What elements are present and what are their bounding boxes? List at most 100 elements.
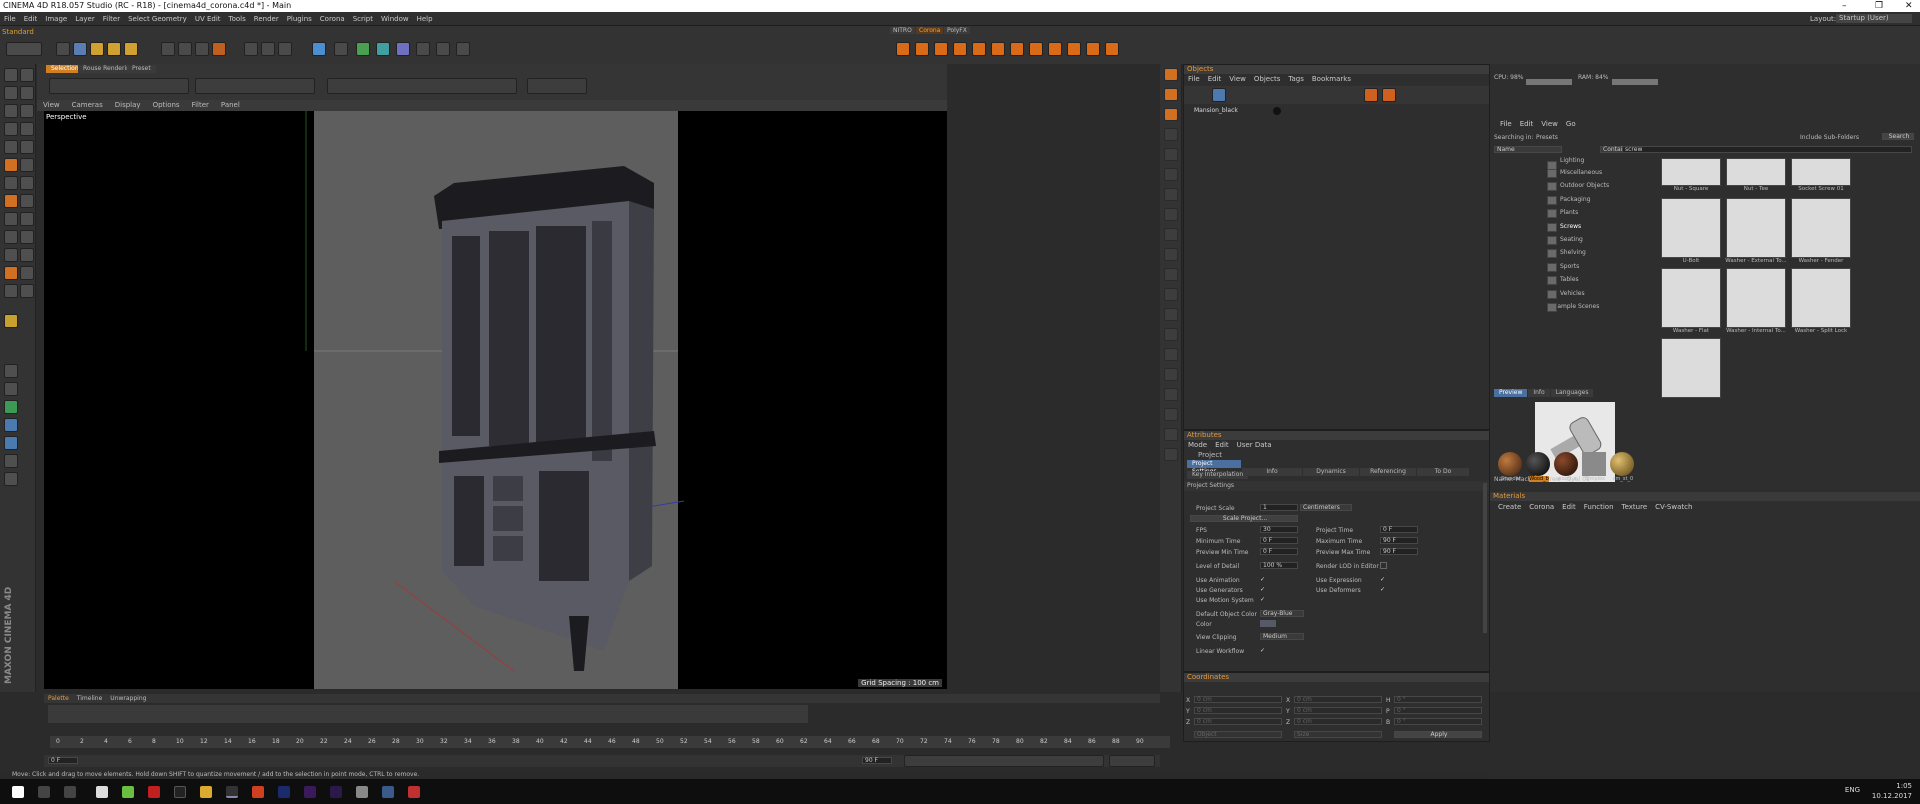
corona-help-icon[interactable]	[1105, 42, 1119, 56]
live-select-icon[interactable]	[56, 42, 70, 56]
asset-washer-split-lock[interactable]: Washer - Split Lock	[1790, 268, 1852, 338]
corona-proxy-icon[interactable]	[953, 42, 967, 56]
obj-tool-icon-3[interactable]	[1382, 88, 1396, 102]
model-mode-icon[interactable]	[20, 68, 34, 82]
tab-preview[interactable]: Preview	[1494, 389, 1528, 397]
cogwheel-icon[interactable]	[1164, 428, 1178, 441]
workplane-icon[interactable]	[20, 86, 34, 100]
asset-washer-square[interactable]	[1660, 338, 1722, 408]
photoshop-icon[interactable]	[278, 786, 290, 798]
star-icon[interactable]	[1164, 248, 1178, 261]
menu-tools[interactable]: Tools	[225, 12, 250, 26]
linear-workflow-checkbox[interactable]: ✓	[1260, 647, 1265, 654]
tab-nitro[interactable]: NITRO	[890, 27, 915, 34]
spline-arc-icon[interactable]	[1164, 148, 1178, 161]
search-input[interactable]: screw	[1622, 146, 1912, 153]
corona-scatter-icon[interactable]	[1010, 42, 1024, 56]
tree-item-example-scenes[interactable]: Example Scenes	[1540, 300, 1650, 313]
coord-size-z-input[interactable]: 0 cm	[1294, 718, 1382, 725]
store-icon[interactable]	[96, 786, 108, 798]
subdivision-icon[interactable]	[356, 42, 370, 56]
tab-palette[interactable]: Palette	[44, 695, 73, 702]
profile-icon[interactable]	[1164, 408, 1178, 421]
array-tools-group[interactable]	[327, 78, 517, 94]
arc-icon[interactable]	[1164, 128, 1178, 141]
menu-plugins[interactable]: Plugins	[283, 12, 316, 26]
close-icon[interactable]: ✕	[1905, 0, 1913, 12]
menu-script[interactable]: Script	[349, 12, 377, 26]
tree-item-seating[interactable]: Seating	[1540, 233, 1650, 246]
mat-menu-corona[interactable]: Corona	[1525, 503, 1558, 511]
selection-tools-group[interactable]	[49, 78, 189, 94]
obj-tool-icon-1[interactable]	[1212, 88, 1226, 102]
weld-icon[interactable]	[20, 266, 34, 280]
mat-menu-edit[interactable]: Edit	[1558, 503, 1580, 511]
coord-size-mode-dropdown[interactable]: Size	[1294, 731, 1382, 738]
coord-rot-p-input[interactable]: 0 °	[1394, 707, 1482, 714]
attr-menu-edit[interactable]: Edit	[1211, 441, 1233, 449]
asset-u-bolt[interactable]: U-Bolt	[1660, 198, 1722, 268]
tree-item-shelving[interactable]: Shelving	[1540, 246, 1650, 259]
maximize-icon[interactable]: ❐	[1875, 0, 1883, 12]
formula-icon[interactable]	[1164, 368, 1178, 381]
viewport-perspective[interactable]: Perspective Grid Spacing : 100 cm	[44, 111, 947, 689]
obj-menu-view[interactable]: View	[1225, 75, 1250, 83]
obj-tool-icon-2[interactable]	[1364, 88, 1378, 102]
edges-mode-icon[interactable]	[20, 104, 34, 118]
tab-unwrapping[interactable]: Unwrapping	[106, 695, 150, 702]
mat-menu-texture[interactable]: Texture	[1618, 503, 1652, 511]
move-icon[interactable]	[73, 42, 87, 56]
use-expression-checkbox[interactable]: ✓	[1380, 576, 1385, 583]
menu-file[interactable]: File	[0, 12, 20, 26]
brush-icon[interactable]	[20, 212, 34, 226]
snap-icon[interactable]	[20, 158, 34, 172]
menu-select-geometry[interactable]: Select Geometry	[124, 12, 191, 26]
grid-icon[interactable]	[4, 418, 18, 432]
axis-mode-icon[interactable]	[20, 140, 34, 154]
default-object-color-dropdown[interactable]: Gray-Blue	[1260, 610, 1304, 617]
preview-min-time-input[interactable]: 0 F	[1260, 548, 1298, 555]
project-time-input[interactable]: 0 F	[1380, 526, 1418, 533]
app-icon-red[interactable]	[408, 786, 420, 798]
asset-washer-internal[interactable]: Washer - Internal To...	[1725, 268, 1787, 338]
view-clipping-dropdown[interactable]: Medium	[1260, 633, 1304, 640]
pen-icon[interactable]	[334, 42, 348, 56]
tree-item-lighting[interactable]: Lighting	[1540, 158, 1650, 170]
menu-edit[interactable]: Edit	[20, 12, 42, 26]
cb-menu-file[interactable]: File	[1496, 120, 1516, 128]
coord-size-y-input[interactable]: 0 cm	[1294, 707, 1382, 714]
obj-menu-edit[interactable]: Edit	[1204, 75, 1226, 83]
points-mode-icon[interactable]	[4, 104, 18, 118]
material-tag-icon[interactable]	[1273, 107, 1281, 115]
rotate-icon[interactable]	[107, 42, 121, 56]
coord-pos-x-input[interactable]: 0 cm	[1194, 696, 1282, 703]
scale-icon[interactable]	[90, 42, 104, 56]
use-generators-checkbox[interactable]: ✓	[1260, 586, 1265, 593]
menu-window[interactable]: Window	[377, 12, 413, 26]
floor-icon[interactable]	[416, 42, 430, 56]
render-view-icon[interactable]	[244, 42, 258, 56]
material-simplex[interactable]: Simplex	[1582, 452, 1608, 482]
vp-menu-view[interactable]: View	[37, 101, 66, 109]
add-icon[interactable]	[124, 42, 138, 56]
layout-dropdown[interactable]: Startup (User)	[1836, 14, 1912, 23]
material-tag-icon[interactable]	[4, 382, 18, 396]
opera-icon[interactable]	[148, 786, 160, 798]
end-frame-field[interactable]: 90 F	[862, 757, 892, 764]
undo-redo-group[interactable]	[6, 42, 42, 56]
chrome-icon[interactable]	[200, 786, 212, 798]
cinema4d-icon[interactable]	[226, 786, 238, 798]
tab-key-interpolation[interactable]: Key Interpolation	[1187, 471, 1249, 479]
corona-render-icon[interactable]	[896, 42, 910, 56]
array-icon[interactable]	[376, 42, 390, 56]
max-time-input[interactable]: 90 F	[1380, 537, 1418, 544]
obj-menu-objects[interactable]: Objects	[1250, 75, 1284, 83]
tab-project-settings[interactable]: Project Settings	[1187, 460, 1241, 475]
asset-washer-flat[interactable]: Washer - Flat	[1660, 268, 1722, 338]
after-effects-icon[interactable]	[330, 786, 342, 798]
bridge-icon[interactable]	[20, 230, 34, 244]
premiere-icon[interactable]	[304, 786, 316, 798]
tab-polyfx[interactable]: PolyFX	[944, 27, 970, 34]
modeling-tools-group[interactable]	[195, 78, 315, 94]
sculpt-icon[interactable]	[20, 194, 34, 208]
